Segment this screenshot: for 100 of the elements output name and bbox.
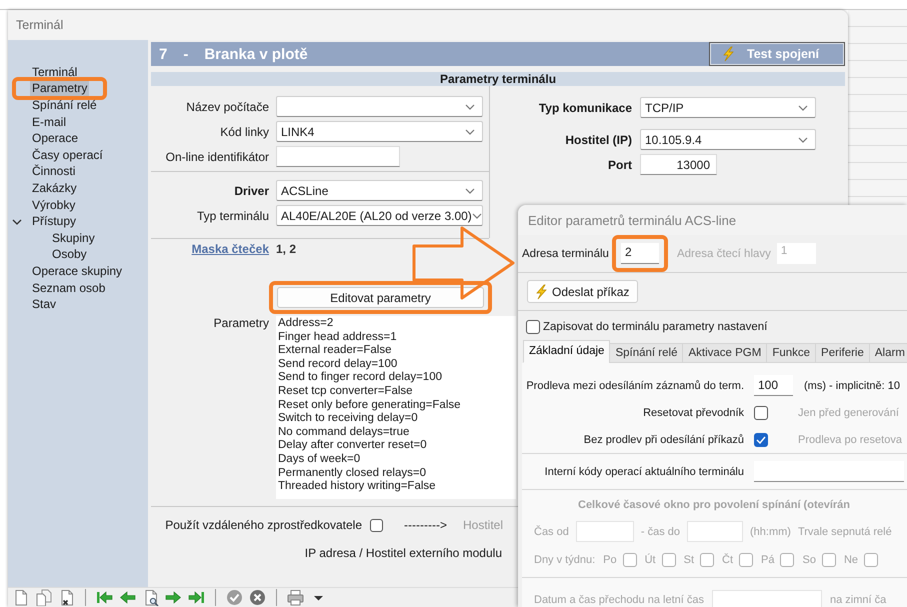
parameters-text-area[interactable]: Address=2 Finger head address=1 External reader=False Send record delay=100 Send to finger record delay=100 Reset tcp converter=False Reset only before generating=False Switch to receiving delay=0 No command delays=true Delay after converter reset=0 Days of week=0 Permanently closed relays=0 Threaded history writing=False bbox=[276, 316, 516, 499]
tab[interactable]: Periferie bbox=[815, 343, 870, 363]
field-label: Typ komunikace bbox=[538, 100, 632, 114]
field-label: Kód linky bbox=[219, 124, 269, 138]
checkbox[interactable] bbox=[754, 406, 768, 420]
tab[interactable]: Funkce bbox=[766, 343, 816, 363]
field-label: Adresa terminálu bbox=[522, 248, 609, 260]
format-hint: (hh:mm) bbox=[750, 526, 791, 538]
day-label: Po bbox=[603, 554, 617, 566]
tree-item[interactable]: Činnosti bbox=[30, 164, 78, 180]
field-label: Trvale sepnutá relé bbox=[798, 526, 892, 538]
tree-item[interactable]: Operace skupiny bbox=[30, 264, 124, 279]
field-label: On-line identifikátor bbox=[164, 150, 269, 164]
dropdown[interactable]: ACSLine bbox=[276, 180, 483, 201]
tree-item[interactable]: Spínání relé bbox=[30, 98, 99, 113]
day-label: Út bbox=[644, 554, 656, 566]
dashed-arrow-text: ---------> bbox=[404, 518, 447, 532]
tree-item[interactable]: Osoby bbox=[50, 247, 89, 262]
checkbox[interactable] bbox=[526, 320, 540, 334]
field-label: Název počítače bbox=[185, 100, 269, 114]
left-arrow-icon[interactable] bbox=[119, 589, 136, 606]
hint-text: Jen před generování bbox=[798, 406, 899, 418]
input-field bbox=[576, 521, 634, 542]
lightning-icon bbox=[534, 284, 548, 300]
day-label: Pá bbox=[761, 554, 774, 566]
caret-icon bbox=[465, 104, 475, 110]
input-field[interactable]: 2 bbox=[620, 243, 659, 264]
field-label: Bez prodlev při odesílání příkazů bbox=[582, 434, 744, 446]
field-label: Datum a čas přechodu na letní čas bbox=[534, 594, 704, 606]
field-label: Čas od bbox=[534, 526, 569, 538]
field-label: Driver bbox=[233, 184, 269, 198]
tree-item[interactable]: Operace bbox=[30, 131, 80, 146]
tree-item[interactable]: Přístupy bbox=[30, 214, 78, 230]
link[interactable]: Maska čteček bbox=[192, 242, 269, 256]
printer-icon[interactable] bbox=[287, 589, 304, 606]
caret-icon bbox=[798, 136, 808, 142]
checkbox-label: Zapisovat do terminálu parametry nastavení bbox=[543, 320, 768, 332]
field-label: Parametry bbox=[212, 316, 269, 332]
separator-text: - bbox=[183, 46, 188, 62]
tab[interactable]: Základní údaje bbox=[523, 340, 610, 363]
caret-icon bbox=[472, 212, 482, 218]
tree-item[interactable]: Zakázky bbox=[30, 180, 79, 196]
day-label: So bbox=[802, 554, 816, 566]
dialog-title: Editor parametrů terminálu ACS-line bbox=[528, 212, 736, 228]
record-number: 7 bbox=[159, 46, 168, 62]
hint-text: (ms) - implicitně: 10 bbox=[804, 380, 900, 392]
chevron-icon[interactable] bbox=[12, 216, 22, 227]
field-value: 1, 2 bbox=[276, 242, 296, 256]
field-label: - čas do bbox=[640, 526, 680, 538]
field-label: Interní kódy operací aktuálního terminálu bbox=[544, 466, 744, 478]
copy-document-icon[interactable] bbox=[35, 589, 52, 606]
section-heading: Celkové časové okno pro povolení spínání (otevírán bbox=[578, 499, 850, 511]
field-label: Použít vzdáleného zprostředkovatele bbox=[164, 518, 362, 532]
day-label: St bbox=[684, 554, 694, 566]
input-field bbox=[687, 521, 743, 542]
tree-item[interactable]: Výrobky bbox=[30, 198, 78, 213]
checkbox[interactable] bbox=[370, 518, 383, 532]
caret-icon bbox=[465, 128, 475, 134]
record-title: Branka v plotě bbox=[204, 46, 308, 62]
field-label: Resetovat převodník bbox=[642, 406, 744, 418]
lightning-icon bbox=[721, 46, 735, 62]
tree-item[interactable]: Parametry bbox=[30, 81, 90, 96]
input-field[interactable]: 100 bbox=[754, 375, 793, 396]
first-arrow-icon[interactable] bbox=[96, 589, 113, 606]
dropdown[interactable] bbox=[276, 96, 483, 117]
tree-item[interactable]: Skupiny bbox=[50, 230, 97, 246]
input-field[interactable] bbox=[754, 461, 904, 482]
field-label: na zimní ča bbox=[830, 594, 886, 606]
day-label: Čt bbox=[722, 554, 734, 566]
window-title: Terminál bbox=[16, 18, 64, 32]
field-label: IP adresa / Hostitel externího modulu bbox=[304, 546, 502, 560]
tree-item[interactable]: Časy operací bbox=[30, 148, 105, 163]
field-label: Typ terminálu bbox=[196, 208, 269, 222]
right-arrow-icon[interactable] bbox=[165, 589, 182, 606]
dropdown[interactable]: TCP/IP bbox=[640, 97, 816, 118]
checkbox[interactable] bbox=[754, 432, 768, 446]
field-label: Prodleva mezi odesíláním záznamů do term. bbox=[525, 380, 744, 392]
last-arrow-icon[interactable] bbox=[188, 589, 205, 606]
dropdown[interactable]: LINK4 bbox=[276, 121, 483, 142]
dropdown[interactable]: AL40E/AL20E (AL20 od verze 3.00) bbox=[276, 205, 483, 226]
field-label: Hostitel bbox=[462, 518, 503, 532]
input-field[interactable]: 13000 bbox=[640, 154, 717, 175]
field-label: Port bbox=[607, 158, 632, 172]
section-title: Parametry terminálu bbox=[151, 72, 845, 86]
send-command-button[interactable]: Odeslat příkaz bbox=[527, 280, 638, 303]
field-label: Hostitel (IP) bbox=[564, 132, 632, 146]
dropdown[interactable]: 10.105.9.4 bbox=[640, 129, 816, 150]
tree-item[interactable]: E-mail bbox=[30, 114, 68, 130]
tab[interactable]: Aktivace PGM bbox=[682, 343, 768, 363]
caret-icon bbox=[798, 104, 808, 110]
tab[interactable]: Spínání relé bbox=[609, 343, 684, 363]
field-label: Adresa čtecí hlavy bbox=[676, 248, 771, 260]
caret-icon bbox=[465, 188, 475, 194]
tree-item[interactable]: Stav bbox=[30, 297, 58, 312]
tree-item[interactable]: Seznam osob bbox=[30, 280, 108, 296]
field-label: Dny v týdnu: bbox=[534, 554, 596, 566]
tab[interactable]: Alarm bbox=[868, 343, 907, 363]
day-label: Ne bbox=[844, 554, 858, 566]
edit-parameters-button[interactable]: Editovat parametry bbox=[277, 287, 484, 308]
tree-item[interactable]: Terminál bbox=[30, 64, 80, 80]
